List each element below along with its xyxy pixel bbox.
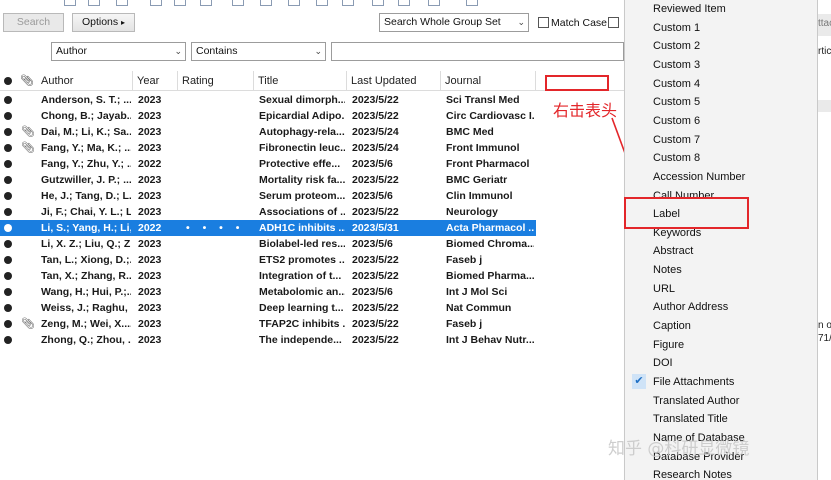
- preview-text-2: n of: [818, 320, 831, 331]
- checkmark-icon: ✔: [632, 374, 646, 389]
- menu-item-label: Custom 5: [653, 96, 701, 109]
- menu-item-label: Custom 8: [653, 152, 701, 165]
- preview-text-1: rticle: [818, 46, 831, 57]
- menu-item-custom-3[interactable]: Custom 3: [625, 56, 817, 75]
- menu-item-label: Reviewed Item: [653, 3, 726, 15]
- menu-item-abstract[interactable]: Abstract: [625, 242, 817, 261]
- menu-item-translated-author[interactable]: Translated Author: [625, 392, 817, 411]
- menu-item-label: Abstract: [653, 245, 694, 258]
- menu-item-author-address[interactable]: Author Address: [625, 298, 817, 317]
- menu-item-label: Custom 6: [653, 114, 701, 127]
- menu-item-accession-number[interactable]: Accession Number: [625, 168, 817, 187]
- menu-item-figure[interactable]: Figure: [625, 336, 817, 355]
- menu-item-label: Accession Number: [653, 170, 746, 183]
- menu-item-label: Custom 3: [653, 58, 701, 71]
- watermark: 知乎 @科研显微镜: [608, 439, 750, 459]
- menu-item-custom-6[interactable]: Custom 6: [625, 112, 817, 131]
- menu-item-doi[interactable]: DOI: [625, 354, 817, 373]
- menu-item-label: Author Address: [653, 301, 729, 314]
- menu-item-custom-1[interactable]: Custom 1: [625, 19, 817, 38]
- menu-item-url[interactable]: URL: [625, 280, 817, 299]
- menu-item-caption[interactable]: Caption: [625, 317, 817, 336]
- menu-item-custom-5[interactable]: Custom 5: [625, 93, 817, 112]
- menu-item-label: Notes: [653, 264, 682, 277]
- menu-item-label: File Attachments: [653, 376, 735, 388]
- preview-text-3: 71/s: [818, 333, 831, 344]
- menu-item-label: Translated Title: [653, 413, 728, 426]
- preview-pane: [818, 0, 831, 480]
- menu-item-label: Custom 1: [653, 21, 701, 34]
- label-highlight-box: [624, 197, 749, 229]
- preview-gray-block: [818, 100, 831, 112]
- preview-tab-label[interactable]: ttac: [818, 18, 831, 29]
- menu-item-custom-4[interactable]: Custom 4: [625, 75, 817, 94]
- menu-item-research-notes[interactable]: Research Notes: [625, 466, 817, 480]
- menu-item-label: Custom 4: [653, 77, 701, 90]
- menu-item-reviewed-item[interactable]: Reviewed Item: [625, 0, 817, 19]
- menu-item-label: URL: [653, 282, 676, 295]
- column-context-menu: Reviewed Item Custom 1 Custom 2 Custom 3 Cus…: [624, 0, 818, 480]
- menu-item-label: Custom 7: [653, 133, 701, 146]
- menu-item-label: Figure: [653, 338, 685, 351]
- menu-item-label: Custom 2: [653, 40, 701, 53]
- menu-item-file-attachments[interactable]: ✔ File Attachments: [625, 373, 817, 392]
- menu-item-label: DOI: [653, 357, 673, 370]
- menu-item-custom-7[interactable]: Custom 7: [625, 131, 817, 150]
- menu-item-label: Translated Author: [653, 394, 740, 407]
- menu-item-custom-2[interactable]: Custom 2: [625, 37, 817, 56]
- menu-item-custom-8[interactable]: Custom 8: [625, 149, 817, 168]
- menu-item-notes[interactable]: Notes: [625, 261, 817, 280]
- menu-item-label: Research Notes: [653, 469, 732, 480]
- menu-item-translated-title[interactable]: Translated Title: [625, 410, 817, 429]
- menu-item-label: Caption: [653, 320, 691, 333]
